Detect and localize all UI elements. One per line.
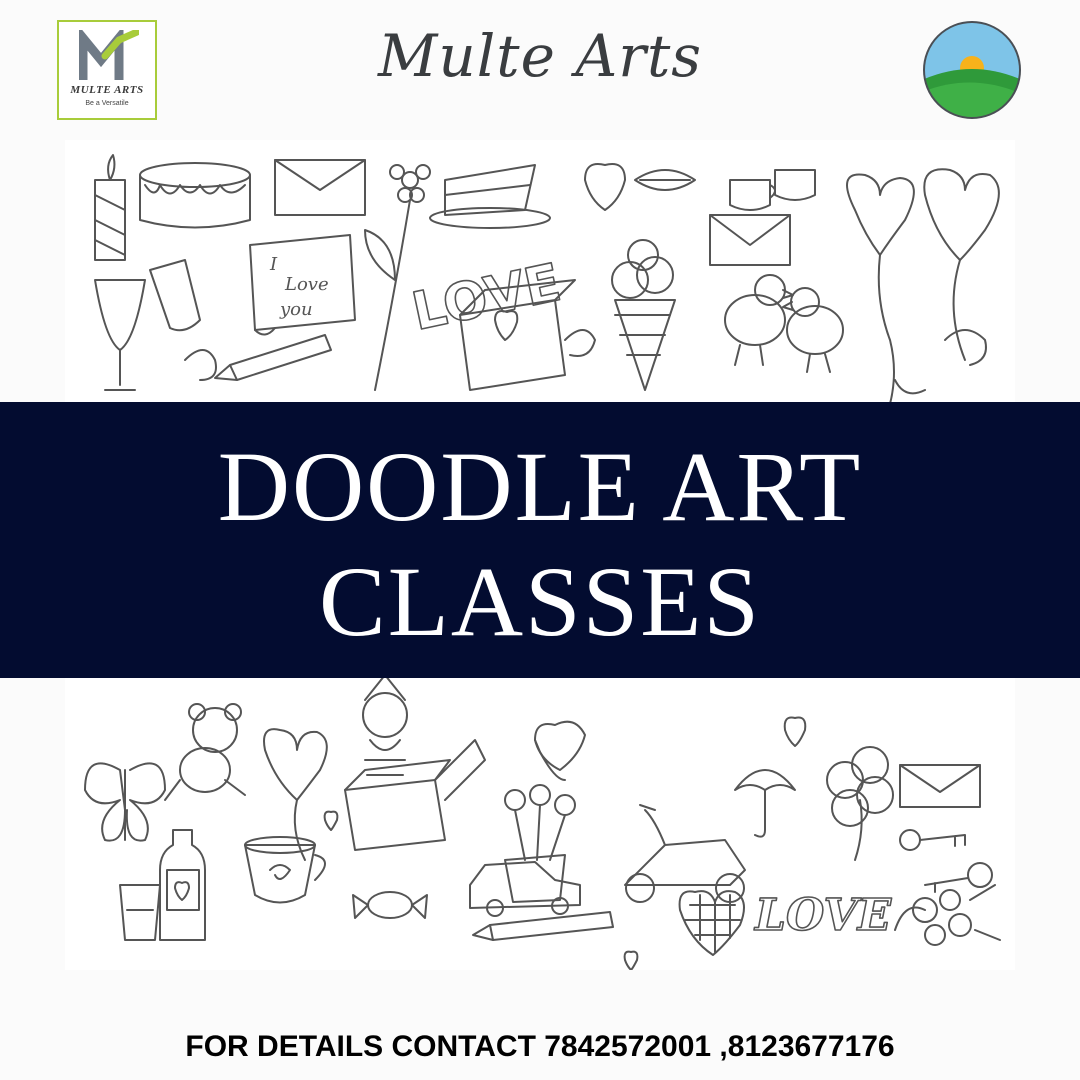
title-banner: DOODLE ART CLASSES	[0, 402, 1080, 678]
multe-arts-logo-icon	[79, 30, 139, 80]
brand-title: Multe Arts	[377, 22, 703, 90]
banner-title-line2: CLASSES	[319, 546, 761, 657]
logo-name: MULTE ARTS	[70, 84, 144, 96]
contact-details: FOR DETAILS CONTACT 7842572001 ,81236771…	[185, 1030, 895, 1063]
banner-title-line1: DOODLE ART	[217, 431, 863, 542]
svg-text:LOVE: LOVE	[753, 890, 893, 941]
logo-tagline: Be a Versatile	[85, 100, 129, 107]
svg-text:I: I	[269, 254, 278, 275]
multe-arts-logo: MULTE ARTS Be a Versatile	[57, 20, 157, 120]
love-word-bottom-doodle: LOVE	[752, 889, 893, 942]
svg-text:you: you	[279, 299, 313, 320]
sunrise-hill-logo-icon	[923, 21, 1021, 119]
svg-text:Love: Love	[284, 274, 329, 295]
